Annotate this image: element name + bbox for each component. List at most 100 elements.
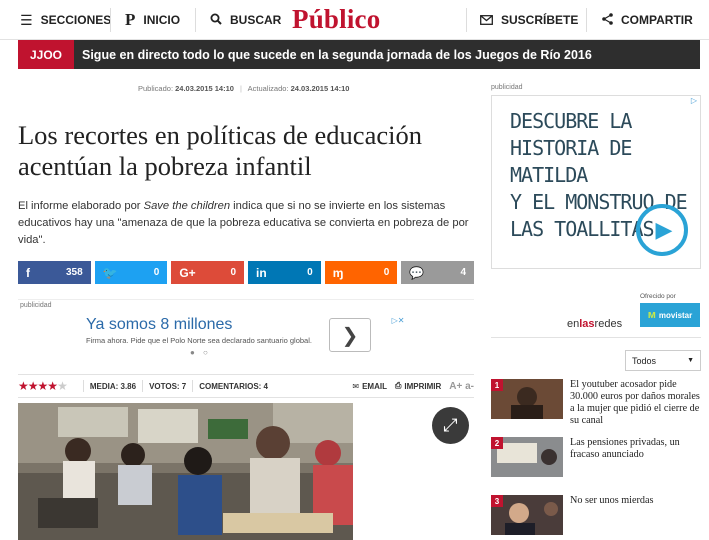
share-count: 358 [65,267,83,278]
email-button[interactable]: ✉ EMAIL [352,382,387,391]
news-title[interactable]: El youtuber acosador pide 30.000 euros p… [570,379,701,427]
share-count: 0 [153,267,160,278]
rank-badge: 3 [491,495,503,507]
article-meta-bar: ★★★★★ MEDIA: 3.86 VOTOS: 7 COMENTARIOS: … [18,374,474,398]
share-count: 0 [307,267,313,278]
search-icon [210,12,222,28]
article-lead: El informe elaborado por Save the childr… [18,198,488,249]
envelope-icon [480,12,493,28]
news-title[interactable]: No ser unos mierdas [570,495,701,507]
breaking-news-bar[interactable]: JJOO Sigue en directo todo lo que sucede… [18,40,700,69]
ad-subtext: Firma ahora. Pide que el Polo Norte sea … [86,336,312,345]
sponsor-name: movistar [658,310,693,320]
enlasredes-pre: en [567,318,580,330]
offered-by-label: Ofrecido por [640,293,676,300]
list-item[interactable]: 3 No ser unos mierdas [491,495,701,540]
star-icon[interactable]: ★ [38,379,49,393]
ad-headline[interactable]: Ya somos 8 millones [86,316,232,334]
breaking-tag: JJOO [18,40,74,69]
comments-share-button[interactable]: 💬 4 [401,261,475,284]
updated-label: Actualizado: [247,84,289,93]
publico-logo[interactable]: Público [292,4,380,35]
expand-image-button[interactable]: ⤢ [432,407,469,444]
publico-p-icon: P [125,10,136,29]
nav-divider [195,8,196,32]
rank-badge: 2 [491,437,503,449]
printer-icon: ⎙ [394,381,402,390]
sections-menu-button[interactable]: ☰ SECCIONES [20,0,111,40]
comments-icon: 💬 [409,265,425,280]
print-button[interactable]: ⎙ IMPRIMIR [395,381,441,391]
updated-date: 24.03.2015 14:10 [290,84,350,93]
ad-label: publicidad [20,302,52,309]
comments-count[interactable]: COMENTARIOS: 4 [199,382,268,391]
star-icon[interactable]: ★ [47,379,58,393]
nav-divider [466,8,467,32]
published-date: 24.03.2015 14:10 [175,84,234,93]
googleplus-share-button[interactable]: G+ 0 [171,261,245,284]
breaking-text[interactable]: Sigue en directo todo lo que sucede en l… [74,48,592,62]
hamburger-icon: ☰ [20,11,33,28]
list-item[interactable]: 1 El youtuber acosador pide 30.000 euros… [491,379,701,427]
divider [491,337,701,338]
ad-next-button[interactable]: ❯ [329,318,371,352]
chevron-right-icon: ❯ [341,324,359,347]
adchoices-icon[interactable]: ▷✕ [388,315,408,326]
article-title: Los recortes en políticas de educación a… [18,120,422,181]
star-icon[interactable]: ★ [28,379,39,393]
ad-text-line: DESCUBRE LA [510,109,632,133]
twitter-share-button[interactable]: 🐦 0 [94,261,168,284]
share-label: COMPARTIR [621,13,693,27]
caret-down-icon: ▼ [687,357,694,364]
lead-text-start: El informe elaborado por [18,200,144,212]
subscribe-label: SUSCRÍBETE [501,13,579,27]
expand-icon: ⤢ [443,415,458,435]
share-count: 0 [230,267,237,278]
linkedin-share-button[interactable]: in 0 [248,261,321,284]
rating-average: MEDIA: 3.86 [89,381,137,391]
sections-label: SECCIONES [40,13,112,27]
subscribe-button[interactable]: SUSCRÍBETE [480,0,578,40]
news-title[interactable]: Las pensiones privadas, un fracaso anunc… [570,437,701,461]
movistar-logo[interactable]: ᴍ movistar [640,303,700,327]
article-photo[interactable] [18,403,353,540]
twitter-icon: 🐦 [102,265,118,280]
published-label: Publicado: [138,84,174,93]
share-menu-button[interactable]: COMPARTIR [602,0,693,40]
home-button[interactable]: P INICIO [125,0,180,40]
search-button[interactable]: BUSCAR [210,0,281,40]
font-size-control[interactable]: A+ a- [449,381,474,392]
top-nav: ☰ SECCIONES P INICIO BUSCAR Público SUSC… [0,0,709,40]
rating-stars[interactable]: ★★★★★ [18,379,68,393]
facebook-icon: f [26,265,30,280]
en-las-redes-heading: enlasredes [567,318,622,330]
search-label: BUSCAR [230,13,282,27]
list-item[interactable]: 2 Las pensiones privadas, un fracaso anu… [491,437,701,483]
enlasredes-bold: las [579,318,595,330]
movistar-m-icon: ᴍ [647,309,656,321]
star-icon[interactable]: ★ [18,379,29,393]
envelope-icon: ✉ [352,381,360,391]
sidebar-ad-label: publicidad [491,84,523,91]
nav-divider [586,8,587,32]
ad-text-line: HISTORIA DE MATILDA [510,136,632,187]
print-label: IMPRIMIR [404,381,442,391]
filter-select[interactable]: Todos ▼ [625,350,701,371]
sidebar-ad[interactable]: DESCUBRE LA HISTORIA DE MATILDA Y EL MONST… [491,95,701,269]
home-label: INICIO [143,13,181,27]
lead-italic: Save the children [143,200,231,212]
article-dates: Publicado: 24.03.2015 14:10 | Actualizad… [138,84,350,93]
play-icon[interactable]: ▶ [636,204,688,256]
linkedin-icon: in [256,265,267,280]
googleplus-icon: G+ [179,265,196,280]
adchoices-icon[interactable]: ▷ [684,95,704,106]
share-count: 0 [383,267,390,278]
facebook-share-button[interactable]: f 358 [18,261,91,284]
ad-pager-dots[interactable]: ● ○ [190,348,211,357]
nav-divider [110,8,111,32]
star-icon[interactable]: ★ [57,379,68,393]
meneame-share-button[interactable]: ɱ0 [324,261,398,284]
enlasredes-post: redes [594,318,623,330]
share-icon [602,12,613,28]
filter-value: Todos [632,355,657,366]
